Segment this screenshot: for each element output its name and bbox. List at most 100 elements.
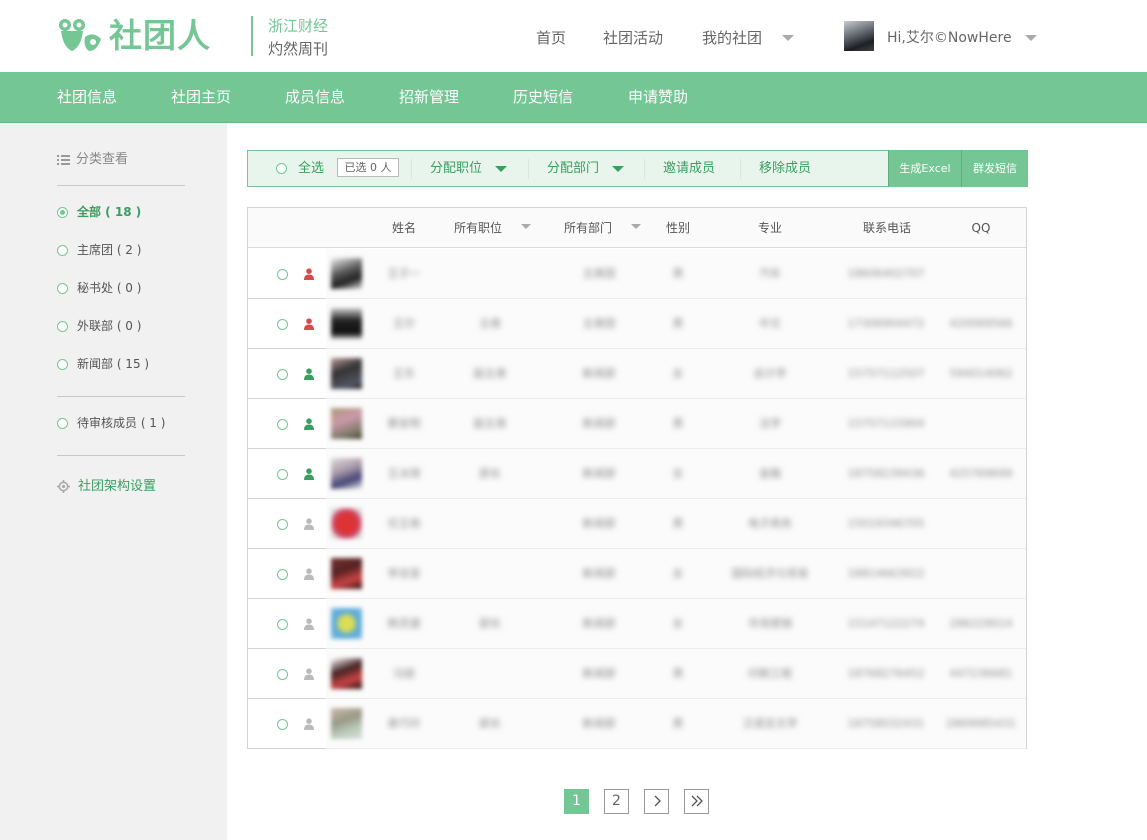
row-select-cell bbox=[248, 649, 326, 699]
row-select-radio[interactable] bbox=[277, 719, 288, 730]
chevron-down-icon[interactable] bbox=[1025, 35, 1037, 41]
nav-sponsorship[interactable]: 申请赞助 bbox=[628, 86, 688, 108]
row-select-radio[interactable] bbox=[277, 269, 288, 280]
radio-presidium[interactable] bbox=[57, 245, 68, 256]
cell-name: 章巧玲 bbox=[387, 717, 421, 730]
sidebar-item-all[interactable]: 全部 ( 18 ) bbox=[77, 203, 141, 221]
row-select-radio[interactable] bbox=[277, 369, 288, 380]
remove-member-button[interactable]: 移除成员 bbox=[759, 159, 811, 178]
table-row[interactable]: 蔡安明 副主席 新闻部男法学 15757115904 bbox=[248, 399, 1026, 449]
row-select-radio[interactable] bbox=[277, 669, 288, 680]
last-page-button[interactable] bbox=[684, 789, 709, 814]
sidebar-item-presidium[interactable]: 主席团 ( 2 ) bbox=[77, 241, 141, 259]
avatar[interactable] bbox=[844, 21, 874, 51]
row-select-radio[interactable] bbox=[277, 419, 288, 430]
col-phone: 联系电话 bbox=[862, 221, 911, 235]
person-icon bbox=[304, 618, 314, 630]
select-all-label[interactable]: 全选 bbox=[298, 159, 324, 178]
table-row[interactable]: 王冰琪 部长 新闻部女金融 18758239436 425769699 bbox=[248, 449, 1026, 499]
person-icon bbox=[304, 368, 314, 380]
person-icon bbox=[304, 468, 314, 480]
cell-gender: 男 bbox=[672, 517, 684, 530]
page-1-button[interactable]: 1 bbox=[564, 789, 589, 814]
nav-club-home[interactable]: 社团主页 bbox=[171, 86, 231, 108]
radio-secretariat[interactable] bbox=[57, 283, 68, 294]
table-row[interactable]: 王东 副主席 新闻部女会计学 15757112507 594014062 bbox=[248, 349, 1026, 399]
row-select-radio[interactable] bbox=[277, 569, 288, 580]
next-page-button[interactable] bbox=[644, 789, 669, 814]
divider bbox=[57, 455, 185, 456]
radio-pending[interactable] bbox=[57, 418, 68, 429]
divider bbox=[411, 159, 412, 179]
sidebar: 分类查看 全部 ( 18 ) 主席团 ( 2 ) 秘书处 ( 0 ) 外联部 (… bbox=[0, 123, 227, 840]
table-row[interactable]: 李佳音 新闻部女国际经济与贸易 18814663922 bbox=[248, 549, 1026, 599]
col-position[interactable]: 所有职位 bbox=[446, 219, 510, 237]
invite-member-button[interactable]: 邀请成员 bbox=[663, 159, 715, 178]
table-row[interactable]: 王尔 主席 主席团男中文 17306904472 420069566 bbox=[248, 299, 1026, 349]
topnav-activities[interactable]: 社团活动 bbox=[603, 27, 663, 49]
assign-position-dropdown[interactable]: 分配职位 bbox=[430, 159, 482, 178]
cell-gender: 女 bbox=[672, 617, 684, 630]
row-select-radio[interactable] bbox=[277, 619, 288, 630]
cell-name: 王尔 bbox=[393, 317, 415, 330]
chevron-down-icon[interactable] bbox=[495, 166, 507, 172]
logo[interactable]: 社团人 bbox=[57, 16, 211, 56]
radio-news[interactable] bbox=[57, 359, 68, 370]
divider bbox=[740, 159, 741, 179]
row-select-radio[interactable] bbox=[277, 319, 288, 330]
table-row[interactable]: 韩灵捷 部长 新闻部女市场营销 15147122274 286229014 bbox=[248, 599, 1026, 649]
assign-department-dropdown[interactable]: 分配部门 bbox=[547, 159, 599, 178]
cell-phone: 17306904472 bbox=[847, 317, 925, 330]
nav-recruitment[interactable]: 招新管理 bbox=[399, 86, 459, 108]
cell-position: 副主席 bbox=[473, 367, 507, 380]
chevron-right-icon bbox=[654, 795, 661, 807]
cell-name: 冯丽 bbox=[393, 667, 415, 680]
nav-member-info[interactable]: 成员信息 bbox=[285, 86, 345, 108]
cell-position: 主席 bbox=[479, 317, 501, 330]
table-row[interactable]: 任王南 新闻部男电子商务 15019346705 bbox=[248, 499, 1026, 549]
sidebar-item-external[interactable]: 外联部 ( 0 ) bbox=[77, 317, 141, 335]
topnav-my-clubs[interactable]: 我的社团 bbox=[702, 27, 762, 49]
person-icon bbox=[304, 418, 314, 430]
cell-major: 电子商务 bbox=[748, 517, 792, 530]
nav-club-info[interactable]: 社团信息 bbox=[57, 86, 117, 108]
sidebar-item-pending[interactable]: 待审核成员 ( 1 ) bbox=[77, 414, 165, 432]
sidebar-item-news[interactable]: 新闻部 ( 15 ) bbox=[77, 355, 149, 373]
radio-external[interactable] bbox=[57, 321, 68, 332]
username[interactable]: Hi,艾尔©NowHere bbox=[887, 27, 1012, 49]
chevron-down-icon[interactable] bbox=[782, 35, 794, 41]
col-name: 姓名 bbox=[391, 221, 416, 235]
cell-phone: 18814663922 bbox=[847, 567, 925, 580]
mass-sms-button[interactable]: 群发短信 bbox=[961, 150, 1028, 187]
table-header: 姓名 所有职位 所有部门 性别 专业 联系电话 QQ bbox=[248, 208, 1026, 248]
cell-phone: 15757112507 bbox=[847, 367, 925, 380]
club-structure-settings-link[interactable]: 社团架构设置 bbox=[78, 478, 156, 496]
page-2-button[interactable]: 2 bbox=[604, 789, 629, 814]
cell-gender: 男 bbox=[672, 317, 684, 330]
chevron-down-icon[interactable] bbox=[521, 224, 531, 229]
cell-gender: 女 bbox=[672, 467, 684, 480]
sidebar-item-secretariat[interactable]: 秘书处 ( 0 ) bbox=[77, 279, 141, 297]
table-row[interactable]: 章巧玲 部长 新闻部男汉语言文学 18758032431 2869985431 bbox=[248, 699, 1026, 749]
topnav-home[interactable]: 首页 bbox=[536, 27, 566, 49]
export-excel-button[interactable]: 生成Excel bbox=[888, 150, 961, 187]
chevron-down-icon[interactable] bbox=[631, 224, 641, 229]
cell-phone: 18768276452 bbox=[847, 667, 925, 680]
double-chevron-right-icon bbox=[691, 795, 703, 807]
cell-phone: 15019346705 bbox=[847, 517, 925, 530]
gear-icon[interactable] bbox=[57, 480, 70, 493]
table-row[interactable]: 王子一 主席团男汽车 18606402707 bbox=[248, 249, 1026, 299]
nav-sms-history[interactable]: 历史短信 bbox=[513, 86, 573, 108]
radio-all[interactable] bbox=[57, 207, 68, 218]
row-select-radio[interactable] bbox=[277, 469, 288, 480]
select-all-radio[interactable] bbox=[276, 163, 287, 174]
table-row[interactable]: 冯丽 新闻部男印刷工程 18768276452 447236681 bbox=[248, 649, 1026, 699]
cell-qq: 425769699 bbox=[949, 467, 1013, 480]
cell-gender: 男 bbox=[672, 717, 684, 730]
row-select-radio[interactable] bbox=[277, 519, 288, 530]
cell-qq: 286229014 bbox=[949, 617, 1013, 630]
col-department[interactable]: 所有部门 bbox=[556, 219, 620, 237]
chevron-down-icon[interactable] bbox=[612, 166, 624, 172]
member-table: 姓名 所有职位 所有部门 性别 专业 联系电话 QQ 王子一 主席团男汽车 1860… bbox=[247, 207, 1027, 749]
cell-major: 汉语言文学 bbox=[742, 717, 798, 730]
